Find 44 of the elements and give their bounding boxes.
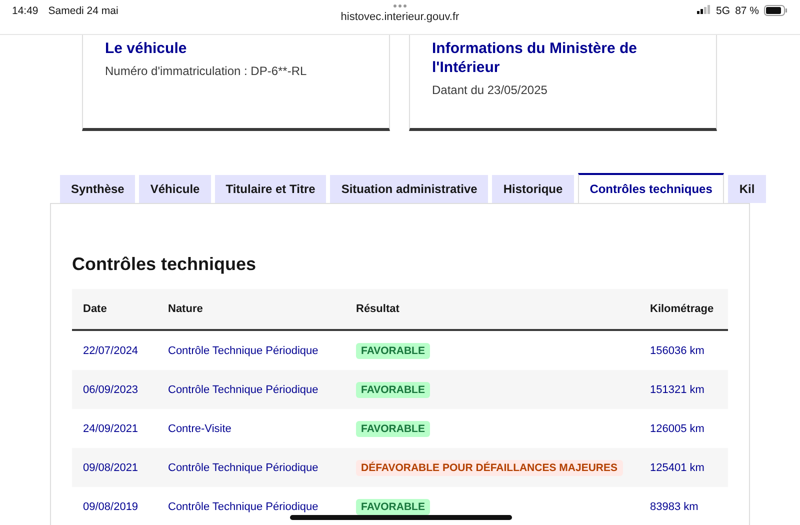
status-time: 14:49 xyxy=(12,5,38,19)
result-badge: FAVORABLE xyxy=(356,420,430,436)
table-cell: 24/09/2021 xyxy=(72,409,157,448)
table-cell: Contrôle Technique Périodique xyxy=(157,330,345,370)
more-icon[interactable] xyxy=(392,4,407,8)
tab[interactable]: Situation administrative xyxy=(330,175,488,203)
table-cell: 125401 km xyxy=(639,448,728,487)
status-date: Samedi 24 mai xyxy=(48,5,118,19)
result-badge: FAVORABLE xyxy=(356,498,430,514)
tab[interactable]: Véhicule xyxy=(139,175,211,203)
table-cell: Contrôle Technique Périodique xyxy=(157,487,345,525)
column-header: Résultat xyxy=(345,289,639,330)
table-cell: 126005 km xyxy=(639,409,728,448)
tab[interactable]: Kil xyxy=(728,175,766,203)
table-cell: 151321 km xyxy=(639,370,728,409)
table-cell: 09/08/2019 xyxy=(72,487,157,525)
table-cell: 06/09/2023 xyxy=(72,370,157,409)
table-cell: 83983 km xyxy=(639,487,728,525)
card-text: Datant du 23/05/2025 xyxy=(432,83,548,97)
column-header: Kilométrage xyxy=(639,289,728,330)
tab[interactable]: Historique xyxy=(492,175,574,203)
tab[interactable]: Titulaire et Titre xyxy=(214,175,326,203)
column-header: Date xyxy=(72,289,157,330)
battery-label: 87 % xyxy=(735,5,759,17)
table-cell: Contrôle Technique Périodique xyxy=(157,448,345,487)
result-badge: FAVORABLE xyxy=(356,382,430,398)
tab[interactable]: Contrôles techniques xyxy=(578,173,724,203)
section-title: Contrôles techniques xyxy=(72,254,258,275)
column-header: Nature xyxy=(157,289,345,330)
card-title[interactable]: Le véhicule xyxy=(105,39,367,58)
table-cell: 09/08/2021 xyxy=(72,448,157,487)
table-cell: Contre-Visite xyxy=(157,409,345,448)
url-text[interactable]: histovec.interieur.gouv.fr xyxy=(340,11,460,23)
network-label: 5G xyxy=(716,5,730,17)
battery-icon xyxy=(764,5,788,16)
table-cell: 22/07/2024 xyxy=(72,330,157,370)
table-cell: 156036 km xyxy=(639,330,728,370)
card-title[interactable]: Informations du Ministère de l'Intérieur xyxy=(432,39,694,77)
card-text: Numéro d'immatriculation : DP-6**-RL xyxy=(105,64,308,78)
result-badge: DÉFAVORABLE POUR DÉFAILLANCES MAJEURES xyxy=(356,460,622,476)
signal-icon xyxy=(697,5,712,14)
table-cell: Contrôle Technique Périodique xyxy=(157,370,345,409)
tab[interactable]: Synthèse xyxy=(60,175,136,203)
result-badge: FAVORABLE xyxy=(356,342,430,358)
